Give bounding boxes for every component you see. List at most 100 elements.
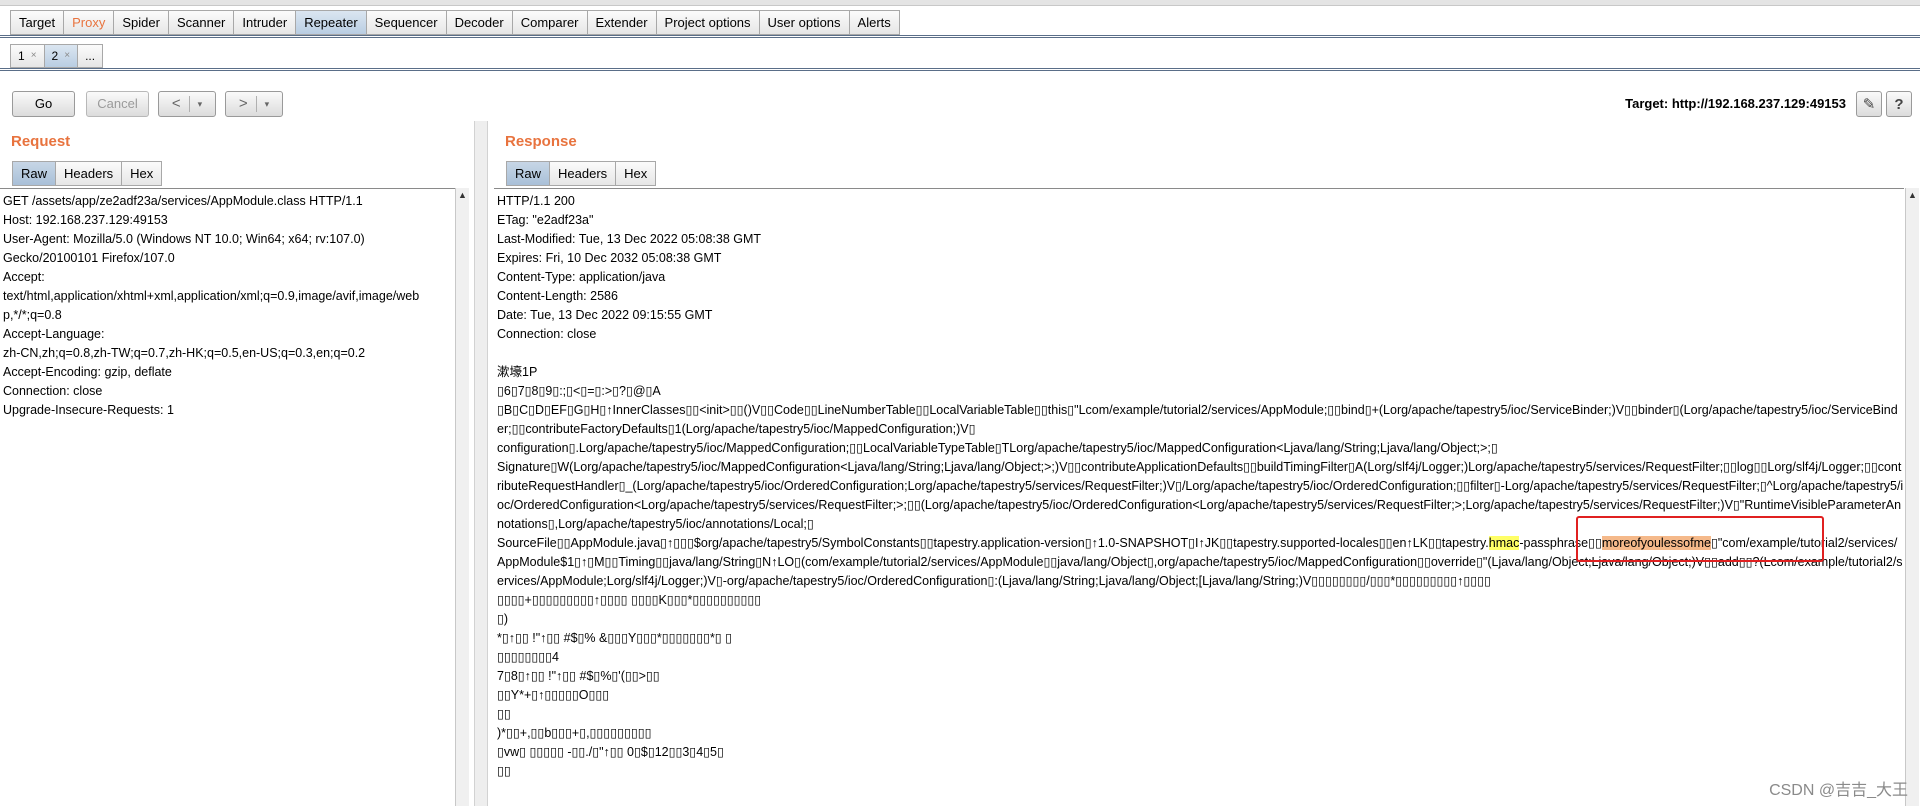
- tab-decoder[interactable]: Decoder: [445, 10, 512, 35]
- response-header-line: Connection: close: [497, 327, 597, 341]
- response-body-block: ▯B▯C▯D▯EF▯G▯H▯↑InnerClasses▯▯<init>▯▯()V…: [497, 403, 1898, 436]
- response-header-line: Content-Type: application/java: [497, 270, 666, 284]
- pencil-icon: ✎: [1862, 96, 1876, 113]
- request-line: Gecko/20100101 Firefox/107.0: [3, 251, 175, 265]
- repeater-tab-2[interactable]: 2 ×: [43, 44, 78, 68]
- response-view-tabs: Raw Headers Hex: [506, 161, 657, 186]
- tab-spider[interactable]: Spider: [113, 10, 168, 35]
- response-header-line: Last-Modified: Tue, 13 Dec 2022 05:08:38…: [497, 232, 762, 246]
- request-view-tabs: Raw Headers Hex: [12, 161, 163, 186]
- response-body-line: )*▯▯+,▯▯b▯▯▯+▯,▯▯▯▯▯▯▯▯▯: [497, 726, 652, 740]
- window-top-strip: [0, 0, 1920, 6]
- tab-repeater[interactable]: Repeater: [295, 10, 366, 35]
- tab-extender[interactable]: Extender: [586, 10, 656, 35]
- response-body-line: *▯↑▯▯ !"↑▯▯ #$▯% &▯▯▯Y▯▯▯*▯▯▯▯▯▯▯*▯ ▯: [497, 631, 733, 645]
- response-body-block: configuration▯.Lorg/apache/tapestry5/ioc…: [497, 441, 1498, 455]
- tab-comparer[interactable]: Comparer: [511, 10, 587, 35]
- tab-intruder[interactable]: Intruder: [233, 10, 296, 35]
- request-scrollbar[interactable]: ▲: [455, 188, 469, 806]
- chevron-down-icon[interactable]: ▾: [265, 92, 270, 116]
- request-line: Accept-Language:: [3, 327, 105, 341]
- request-title: Request: [11, 133, 71, 150]
- repeater-tab-1[interactable]: 1 ×: [10, 44, 44, 68]
- request-line: Accept-Encoding: gzip, deflate: [3, 365, 172, 379]
- body-text: -passphrase▯▯: [1519, 536, 1602, 550]
- watermark: CSDN @吉吉_大王: [1769, 782, 1908, 799]
- new-tab-label: ...: [85, 49, 96, 63]
- tab-target[interactable]: Target: [10, 10, 64, 35]
- response-body-line: ▯▯Y*+▯↑▯▯▯▯▯O▯▯▯: [497, 688, 610, 702]
- response-tab-headers[interactable]: Headers: [549, 161, 616, 186]
- response-header-line: Expires: Fri, 10 Dec 2032 05:08:38 GMT: [497, 251, 722, 265]
- repeater-tab-bar: 1 × 2 × ...: [10, 44, 104, 68]
- response-viewer[interactable]: HTTP/1.1 200 ETag: "e2adf23a" Last-Modif…: [494, 188, 1904, 806]
- help-button[interactable]: ?: [1886, 91, 1912, 117]
- response-body-line: ▯▯▯▯▯▯▯▯4: [497, 650, 559, 664]
- tab-sequencer[interactable]: Sequencer: [365, 10, 446, 35]
- pane-splitter[interactable]: [474, 121, 488, 806]
- response-header-line: Date: Tue, 13 Dec 2022 09:15:55 GMT: [497, 308, 713, 322]
- request-line: GET /assets/app/ze2adf23a/services/AppMo…: [3, 194, 363, 208]
- repeater-tab-new[interactable]: ...: [77, 44, 104, 68]
- response-body-line: ▯▯: [497, 764, 511, 778]
- scroll-up-icon[interactable]: ▲: [1908, 190, 1917, 200]
- request-line: Accept:: [3, 270, 45, 284]
- response-scrollbar[interactable]: ▲: [1905, 188, 1919, 806]
- sub-tab-divider: [0, 68, 1920, 71]
- request-line: Host: 192.168.237.129:49153: [3, 213, 168, 227]
- response-header-line: Content-Length: 2586: [497, 289, 618, 303]
- button-separator: [255, 96, 257, 112]
- help-icon: ?: [1894, 95, 1904, 113]
- tab-user-options[interactable]: User options: [758, 10, 849, 35]
- request-line: Connection: close: [3, 384, 103, 398]
- response-header-line: ETag: "e2adf23a": [497, 213, 594, 227]
- request-tab-headers[interactable]: Headers: [55, 161, 122, 186]
- response-body-line: ▯vw▯ ▯▯▯▯▯ -▯▯./▯"↑▯▯ 0▯$▯12▯▯3▯4▯5▯: [497, 745, 724, 759]
- response-body-line: 漱壕1P: [497, 365, 538, 379]
- target-host-label: Target: http://192.168.237.129:49153: [1625, 96, 1846, 111]
- search-highlight-hmac: hmac: [1488, 536, 1520, 550]
- request-tab-raw[interactable]: Raw: [12, 161, 56, 186]
- repeater-tab-label: 1: [18, 49, 25, 63]
- close-icon[interactable]: ×: [31, 45, 37, 67]
- request-line: User-Agent: Mozilla/5.0 (Windows NT 10.0…: [3, 232, 365, 246]
- request-line: p,*/*;q=0.8: [3, 308, 62, 322]
- tab-alerts[interactable]: Alerts: [848, 10, 900, 35]
- close-icon[interactable]: ×: [64, 45, 70, 67]
- secret-highlight-passphrase: moreofyoulessofme: [1601, 536, 1711, 550]
- response-tab-raw[interactable]: Raw: [506, 161, 550, 186]
- button-separator: [188, 96, 190, 112]
- response-body-line: ▯▯▯▯+▯▯▯▯▯▯▯▯▯↑▯▯▯▯ ▯▯▯▯K▯▯▯*▯▯▯▯▯▯▯▯▯▯: [497, 593, 762, 607]
- body-text: SourceFile▯▯AppModule.java▯↑▯▯▯$org/apac…: [497, 536, 1489, 550]
- request-line: Upgrade-Insecure-Requests: 1: [3, 403, 174, 417]
- edit-target-button[interactable]: ✎: [1856, 91, 1882, 117]
- tab-proxy[interactable]: Proxy: [63, 10, 114, 35]
- response-body-line: 7▯8▯↑▯▯ !"↑▯▯ #$▯%▯'(▯▯>▯▯: [497, 669, 660, 683]
- cancel-button[interactable]: Cancel: [86, 91, 149, 117]
- response-body-line: ▯): [497, 612, 509, 626]
- tab-scanner[interactable]: Scanner: [167, 10, 234, 35]
- scroll-up-icon[interactable]: ▲: [458, 190, 467, 200]
- response-header-line: HTTP/1.1 200: [497, 194, 575, 208]
- response-body-block-secret: SourceFile▯▯AppModule.java▯↑▯▯▯$org/apac…: [497, 534, 1904, 591]
- request-line: text/html,application/xhtml+xml,applicat…: [3, 289, 420, 303]
- response-title: Response: [505, 133, 577, 150]
- main-tab-divider: [0, 35, 1920, 38]
- request-tab-hex[interactable]: Hex: [121, 161, 163, 186]
- request-line: zh-CN,zh;q=0.8,zh-TW;q=0.7,zh-HK;q=0.5,e…: [3, 346, 366, 360]
- go-button[interactable]: Go: [12, 91, 75, 117]
- main-tab-bar: Target Proxy Spider Scanner Intruder Rep…: [10, 10, 900, 35]
- response-body-line: ▯▯: [497, 707, 511, 721]
- request-editor[interactable]: GET /assets/app/ze2adf23a/services/AppMo…: [0, 188, 455, 806]
- back-button[interactable]: < ▾: [158, 91, 216, 117]
- repeater-tab-label: 2: [51, 49, 59, 63]
- chevron-right-icon: >: [238, 95, 248, 112]
- response-body-block: Signature▯W(Lorg/apache/tapestry5/ioc/Ma…: [497, 460, 1904, 531]
- response-body-line: ▯6▯7▯8▯9▯:;▯<▯=▯:>▯?▯@▯A: [497, 384, 661, 398]
- response-tab-hex[interactable]: Hex: [615, 161, 657, 186]
- forward-button[interactable]: > ▾: [225, 91, 283, 117]
- chevron-down-icon[interactable]: ▾: [198, 92, 203, 116]
- chevron-left-icon: <: [171, 95, 181, 112]
- tab-project-options[interactable]: Project options: [655, 10, 759, 35]
